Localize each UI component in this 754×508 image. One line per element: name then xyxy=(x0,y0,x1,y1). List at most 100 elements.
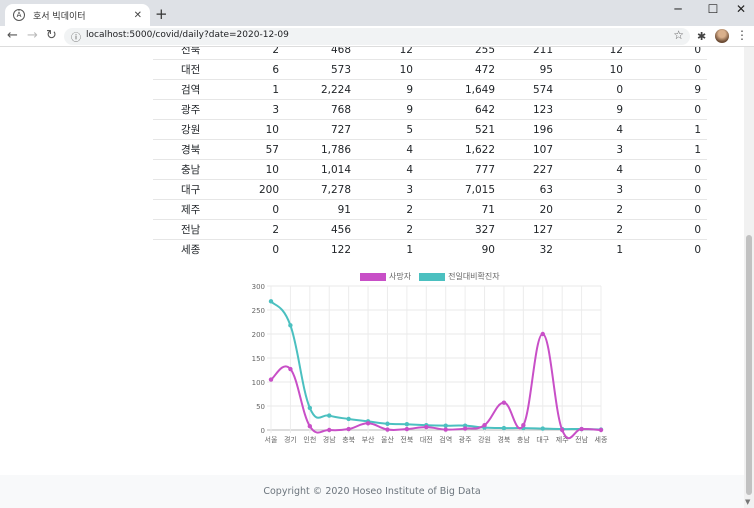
new-tab-icon[interactable]: + xyxy=(155,5,168,23)
value-cell: 20 xyxy=(501,199,559,220)
forward-icon[interactable]: → xyxy=(27,28,38,43)
x-tick-label: 대구 xyxy=(536,436,549,444)
value-cell: 1,786 xyxy=(285,139,357,160)
table-row: 검역 1 2,224 9 1,649 574 0 9 xyxy=(153,79,707,100)
series-point-1 xyxy=(443,423,448,428)
value-cell: 32 xyxy=(501,239,559,260)
copyright-text: Copyright © 2020 Hoseo Institute of Big … xyxy=(263,486,481,497)
value-cell: 3 xyxy=(559,179,629,200)
x-tick-label: 부산 xyxy=(362,435,375,444)
value-cell: 71 xyxy=(419,199,501,220)
value-cell: 9 xyxy=(629,79,707,100)
value-cell: 1 xyxy=(559,239,629,260)
value-cell: 0 xyxy=(213,239,285,260)
address-bar[interactable]: ⓘ localhost:5000/covid/daily?date=2020-1… xyxy=(64,28,690,45)
y-tick-label: 250 xyxy=(252,307,265,315)
region-cell: 세종 xyxy=(153,239,213,260)
series-point-0 xyxy=(346,426,351,432)
value-cell: 227 xyxy=(501,159,559,180)
series-point-0 xyxy=(404,426,410,432)
x-tick-label: 충남 xyxy=(517,435,530,444)
series-point-0 xyxy=(540,331,545,337)
x-tick-label: 충북 xyxy=(342,435,355,444)
region-cell: 광주 xyxy=(153,99,213,120)
value-cell: 122 xyxy=(285,239,357,260)
series-point-0 xyxy=(365,421,371,426)
table-row: 대전 6 573 10 472 95 10 0 xyxy=(153,59,707,80)
series-point-0 xyxy=(462,426,468,431)
value-cell: 472 xyxy=(419,59,501,80)
series-point-1 xyxy=(307,405,313,411)
value-cell: 0 xyxy=(629,179,707,200)
x-tick-label: 대전 xyxy=(420,435,433,444)
value-cell: 1,649 xyxy=(419,79,501,100)
x-tick-label: 전남 xyxy=(575,435,588,444)
value-cell: 12 xyxy=(559,47,629,60)
series-point-1 xyxy=(501,425,507,431)
region-cell: 대구 xyxy=(153,179,213,200)
value-cell: 768 xyxy=(285,99,357,120)
region-cell: 제주 xyxy=(153,199,213,220)
tab-close-icon[interactable]: ✕ xyxy=(134,10,142,21)
line-chart: 0 50 100 150 200 250 300 서울 경기 인천 경남 충북 부산 울산 전북 대전 검역 광주… xyxy=(252,283,608,444)
value-cell: 10 xyxy=(213,119,285,140)
series-point-1 xyxy=(346,416,351,422)
region-cell: 선북 xyxy=(153,47,213,60)
y-tick-label: 300 xyxy=(252,283,265,291)
value-cell: 7,015 xyxy=(419,179,501,200)
value-cell: 574 xyxy=(501,79,559,100)
maximize-icon[interactable]: ☐ xyxy=(703,2,723,16)
covid-table: 선북 2 468 12 255 211 12 0 대전 6 573 10 472 95 10 0 검역 1 2,22… xyxy=(153,47,707,260)
table-row: 선북 2 468 12 255 211 12 0 xyxy=(153,47,707,60)
value-cell: 1 xyxy=(629,119,707,140)
series-point-1 xyxy=(327,413,332,418)
value-cell: 1 xyxy=(213,79,285,100)
footer: Copyright © 2020 Hoseo Institute of Big … xyxy=(0,475,744,508)
value-cell: 2,224 xyxy=(285,79,357,100)
table-row: 경북 57 1,786 4 1,622 107 3 1 xyxy=(153,139,707,160)
region-cell: 충남 xyxy=(153,159,213,180)
extensions-icon[interactable]: ✱ xyxy=(697,30,706,43)
value-cell: 0 xyxy=(629,59,707,80)
series-point-1 xyxy=(385,421,390,426)
window-close-icon[interactable]: ✕ xyxy=(731,2,751,16)
value-cell: 123 xyxy=(501,99,559,120)
value-cell: 12 xyxy=(357,47,419,60)
x-tick-label: 인천 xyxy=(303,435,316,444)
table-row: 광주 3 768 9 642 123 9 0 xyxy=(153,99,707,120)
value-cell: 2 xyxy=(357,219,419,240)
value-cell: 57 xyxy=(213,139,285,160)
table-row: 대구 200 7,278 3 7,015 63 3 0 xyxy=(153,179,707,200)
value-cell: 4 xyxy=(559,159,629,180)
region-cell: 전남 xyxy=(153,219,213,240)
scroll-down-icon[interactable]: ▼ xyxy=(745,498,750,506)
value-cell: 3 xyxy=(357,179,419,200)
star-icon[interactable]: ☆ xyxy=(673,28,684,42)
value-cell: 3 xyxy=(559,139,629,160)
profile-avatar[interactable] xyxy=(715,29,729,43)
value-cell: 5 xyxy=(357,119,419,140)
value-cell: 0 xyxy=(629,47,707,60)
browser-tab[interactable]: Ä 호서 빅데이터 ✕ xyxy=(5,4,150,26)
url-text[interactable]: localhost:5000/covid/daily?date=2020-12-… xyxy=(86,30,289,40)
value-cell: 200 xyxy=(213,179,285,200)
back-icon[interactable]: ← xyxy=(7,28,18,43)
value-cell: 2 xyxy=(559,219,629,240)
scrollbar[interactable]: ▼ xyxy=(744,47,754,508)
kebab-icon[interactable]: ⋮ xyxy=(736,28,748,42)
value-cell: 10 xyxy=(559,59,629,80)
value-cell: 2 xyxy=(357,199,419,220)
value-cell: 95 xyxy=(501,59,559,80)
x-tick-label: 광주 xyxy=(459,436,472,444)
minimize-icon[interactable]: ─ xyxy=(668,2,688,16)
value-cell: 573 xyxy=(285,59,357,80)
value-cell: 107 xyxy=(501,139,559,160)
value-cell: 255 xyxy=(419,47,501,60)
reload-icon[interactable]: ↻ xyxy=(46,28,57,43)
scrollbar-thumb[interactable] xyxy=(746,235,752,495)
series-line-0 xyxy=(270,332,602,440)
value-cell: 9 xyxy=(559,99,629,120)
x-tick-label: 검역 xyxy=(439,435,452,444)
info-icon[interactable]: ⓘ xyxy=(71,29,81,44)
value-cell: 127 xyxy=(501,219,559,240)
